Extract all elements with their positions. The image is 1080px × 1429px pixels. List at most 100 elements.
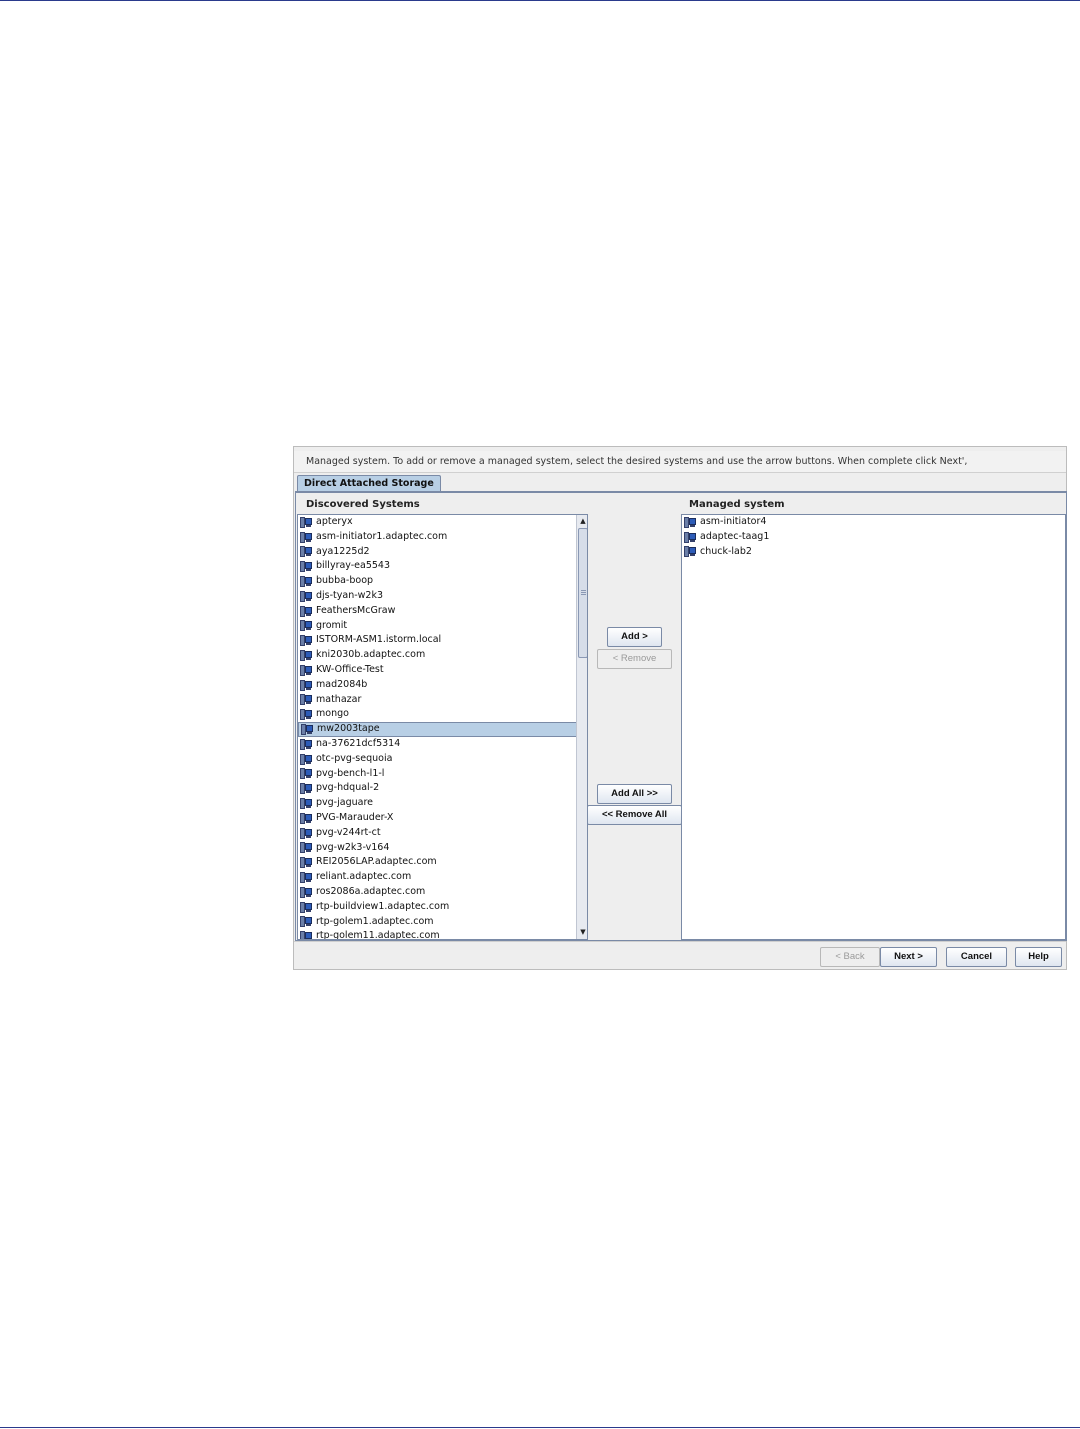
list-item[interactable]: REI2056LAP.adaptec.com [298,855,587,870]
managed-system-title: Managed system [689,499,785,510]
list-item-label: rtp-golem1.adaptec.com [316,915,434,927]
scroll-down-icon[interactable]: ▼ [577,926,587,938]
computer-system-icon [300,798,312,810]
list-item-label: bubba-boop [316,575,374,587]
list-item[interactable]: otc-pvg-sequoia [298,752,587,767]
scroll-grip-line [581,590,586,591]
discovered-systems-title: Discovered Systems [306,499,420,510]
scroll-thumb[interactable] [578,528,587,658]
list-item[interactable]: chuck-lab2 [682,545,1065,560]
list-item[interactable]: asm-initiator4 [682,515,1065,530]
list-item[interactable]: mathazar [298,693,587,708]
list-item[interactable]: PVG-Marauder-X [298,811,587,826]
list-item[interactable]: gromit [298,619,587,634]
list-item[interactable]: FeathersMcGraw [298,604,587,619]
list-item-label: chuck-lab2 [700,545,752,557]
list-item[interactable]: rtp-golem11.adaptec.com [298,929,587,940]
cancel-button[interactable]: Cancel [946,947,1007,967]
help-button[interactable]: Help [1015,947,1062,967]
list-item[interactable]: apteryx [298,515,587,530]
list-item[interactable]: pvg-jaguare [298,796,587,811]
list-item-label: pvg-v244rt-ct [316,826,381,838]
list-item-label: billyray-ea5543 [316,560,391,572]
list-item-label: FeathersMcGraw [316,604,396,616]
list-item-label: KW-Office-Test [316,663,384,675]
scroll-grip-line [581,592,586,593]
scroll-grip-line [581,594,586,595]
list-item-label: otc-pvg-sequoia [316,752,393,764]
computer-system-icon [301,724,313,736]
add-all-button[interactable]: Add All >> [597,784,672,804]
remove-button[interactable]: < Remove [597,649,672,669]
computer-system-icon [300,753,312,765]
list-item-label: aya1225d2 [316,545,370,557]
tab-panel: Discovered Systems Managed system aptery… [295,491,1067,941]
list-item[interactable]: ros2086a.adaptec.com [298,885,587,900]
list-item-label: mongo [316,708,349,720]
list-item[interactable]: billyray-ea5543 [298,559,587,574]
instruction-text: Managed system. To add or remove a manag… [294,451,1066,473]
list-item[interactable]: mongo [298,707,587,722]
computer-system-icon [300,531,312,543]
list-item[interactable]: pvg-bench-l1-l [298,767,587,782]
computer-system-icon [300,664,312,676]
discovered-scrollbar[interactable]: ▲ ▼ [576,515,587,939]
list-item[interactable]: reliant.adaptec.com [298,870,587,885]
managed-systems-list[interactable]: asm-initiator4 adaptec-taag1 chuck-lab2 [681,514,1066,940]
computer-system-icon [684,546,696,558]
computer-system-icon [684,531,696,543]
next-button[interactable]: Next > [880,947,937,967]
list-item[interactable]: rtp-buildview1.adaptec.com [298,900,587,915]
list-item[interactable]: mw2003tape [298,722,587,737]
add-button[interactable]: Add > [607,627,662,647]
computer-system-icon [300,694,312,706]
list-item-label: mw2003tape [317,723,380,735]
list-item[interactable]: aya1225d2 [298,545,587,560]
computer-system-icon [300,650,312,662]
scroll-up-icon[interactable]: ▲ [577,515,587,527]
computer-system-icon [300,783,312,795]
list-item[interactable]: rtp-golem1.adaptec.com [298,915,587,930]
list-item-label: ISTORM-ASM1.istorm.local [316,634,442,646]
computer-system-icon [300,709,312,721]
list-item-label: pvg-jaguare [316,797,373,809]
discovered-systems-list[interactable]: apteryx asm-initiator1.adaptec.com aya1225… [297,514,588,940]
back-button[interactable]: < Back [820,947,880,967]
computer-system-icon [300,738,312,750]
list-item[interactable]: KW-Office-Test [298,663,587,678]
footer-separator [294,941,1066,942]
computer-system-icon [300,590,312,602]
list-item[interactable]: na-37621dcf5314 [298,737,587,752]
remove-all-button[interactable]: << Remove All [587,805,682,825]
list-item-label: kni2030b.adaptec.com [316,649,426,661]
computer-system-icon [300,827,312,839]
list-item-label: reliant.adaptec.com [316,871,412,883]
list-item[interactable]: bubba-boop [298,574,587,589]
list-item[interactable]: asm-initiator1.adaptec.com [298,530,587,545]
list-item[interactable]: kni2030b.adaptec.com [298,648,587,663]
list-item[interactable]: mad2084b [298,678,587,693]
list-item-label: djs-tyan-w2k3 [316,589,384,601]
list-item-label: asm-initiator4 [700,516,767,527]
computer-system-icon [300,768,312,780]
list-item-label: REI2056LAP.adaptec.com [316,856,437,868]
page-bottom-rule [0,1427,1080,1428]
list-item[interactable]: ISTORM-ASM1.istorm.local [298,633,587,648]
list-item-label: rtp-golem11.adaptec.com [316,930,440,940]
computer-system-icon [300,931,312,939]
computer-system-icon [300,901,312,913]
list-item[interactable]: pvg-w2k3-v164 [298,841,587,856]
list-item[interactable]: adaptec-taag1 [682,530,1065,545]
list-item[interactable]: djs-tyan-w2k3 [298,589,587,604]
computer-system-icon [300,679,312,691]
list-item[interactable]: pvg-hdqual-2 [298,781,587,796]
tab-direct-attached-storage[interactable]: Direct Attached Storage [297,475,441,491]
computer-system-icon [300,561,312,573]
page-top-rule [0,0,1080,1]
list-item-label: gromit [316,619,348,631]
list-item-label: asm-initiator1.adaptec.com [316,530,448,542]
list-item-label: pvg-bench-l1-l [316,767,385,779]
computer-system-icon [300,886,312,898]
list-item[interactable]: pvg-v244rt-ct [298,826,587,841]
computer-system-icon [300,546,312,558]
